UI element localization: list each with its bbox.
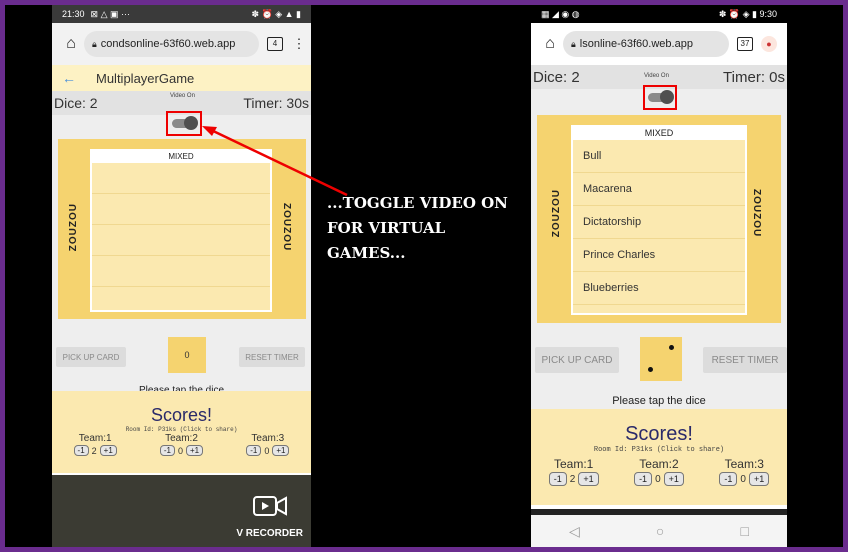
annotation-arrow — [202, 126, 348, 197]
annotation-text: ...TOGGLE VIDEO ON FOR VIRTUAL GAMES... — [327, 194, 508, 262]
screenshot-frame: 21:30 ⊠ △ ▣ ··· ✽ ⏰ ◈ ▲ ▮ ⌂ 🔒︎ condsonli… — [5, 5, 843, 547]
